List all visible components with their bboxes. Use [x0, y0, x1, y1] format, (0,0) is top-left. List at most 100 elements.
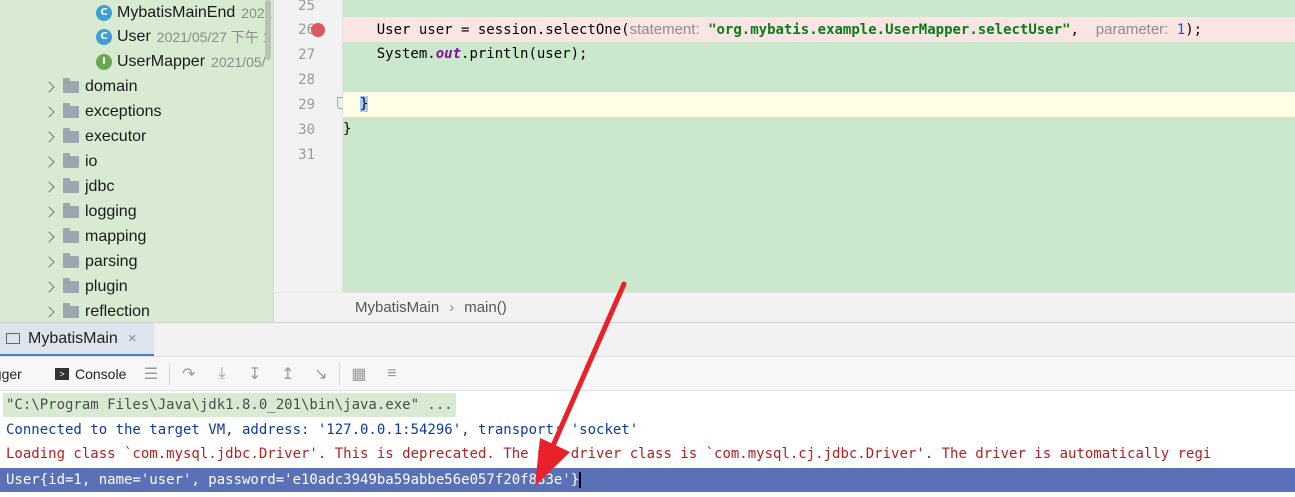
- console-icon: >: [55, 367, 69, 380]
- tree-folder-domain[interactable]: domain: [0, 74, 273, 99]
- code-text: .println(user);: [461, 46, 588, 62]
- package-folder-icon: [63, 227, 79, 243]
- breakpoint-icon[interactable]: [311, 23, 325, 37]
- tree-folder-mapping[interactable]: mapping: [0, 224, 273, 249]
- tree-folder-plugin[interactable]: plugin: [0, 274, 273, 299]
- tab-label: Console: [75, 365, 127, 382]
- tree-folder-parsing[interactable]: parsing: [0, 249, 273, 274]
- package-folder-icon: [63, 77, 79, 93]
- package-folder-icon: [63, 177, 79, 193]
- console-output[interactable]: "C:\Program Files\Java\jdk1.8.0_201\bin\…: [0, 391, 1295, 497]
- run-to-cursor-icon[interactable]: ↘: [304, 356, 337, 391]
- matched-brace: }: [359, 96, 369, 112]
- console-text: Connected to the target VM, address: '12…: [6, 422, 639, 438]
- toolbar-divider: [169, 362, 171, 385]
- chevron-right-icon[interactable]: [43, 155, 55, 168]
- package-folder-icon: [63, 202, 79, 218]
- step-out-icon[interactable]: ↥: [271, 356, 304, 391]
- text-cursor: [579, 472, 582, 488]
- run-config-icon: [6, 333, 20, 344]
- tree-item-user[interactable]: C User 2021/05/27 下午 1: [0, 24, 273, 49]
- project-tree: C MybatisMainEnd 2021 C User 2021/05/27 …: [0, 0, 274, 322]
- chevron-right-icon[interactable]: [43, 230, 55, 243]
- param-hint-statement: statement:: [629, 21, 700, 38]
- tree-folder-io[interactable]: io: [0, 149, 273, 174]
- close-icon[interactable]: ×: [128, 330, 137, 347]
- tree-item-label: executor: [85, 127, 147, 145]
- code-text: System.: [343, 46, 436, 62]
- console-line-command[interactable]: "C:\Program Files\Java\jdk1.8.0_201\bin\…: [0, 393, 1295, 417]
- trace-icon[interactable]: ≡: [375, 356, 408, 391]
- tree-folder-executor[interactable]: executor: [0, 124, 273, 149]
- editor-gutter[interactable]: 25 26 27 28 29 30 31: [275, 0, 343, 292]
- console-line-warning[interactable]: Loading class `com.mysql.jdbc.Driver'. T…: [0, 442, 1295, 466]
- menu-icon[interactable]: ☰: [134, 356, 167, 391]
- tab-debugger[interactable]: ugger: [0, 366, 41, 382]
- code-line-27[interactable]: System.out.println(user);: [343, 42, 1295, 67]
- chevron-right-icon[interactable]: [43, 180, 55, 193]
- code-text: );: [1185, 22, 1203, 38]
- chevron-right-icon[interactable]: [43, 80, 55, 93]
- line-number: 28: [298, 72, 315, 88]
- tree-item-date: 2021/05/: [211, 53, 266, 70]
- console-line-result-selected[interactable]: User{id=1, name='user', password='e10adc…: [0, 468, 1295, 492]
- chevron-right-icon[interactable]: [43, 130, 55, 143]
- tree-item-mybatismainend[interactable]: C MybatisMainEnd 2021: [0, 0, 273, 25]
- package-folder-icon: [63, 127, 79, 143]
- console-text: Loading class `com.mysql.jdbc.Driver'. T…: [6, 446, 1212, 462]
- step-over-icon[interactable]: ⤓: [205, 356, 238, 391]
- code-line-26[interactable]: User user = session.selectOne(statement:…: [343, 17, 1295, 42]
- code-line-30[interactable]: }: [343, 117, 1295, 142]
- console-text: "C:\Program Files\Java\jdk1.8.0_201\bin\…: [3, 393, 456, 417]
- code-text: ,: [1070, 22, 1079, 38]
- chevron-right-icon[interactable]: [43, 280, 55, 293]
- show-execution-point-icon[interactable]: ↷: [172, 356, 205, 391]
- tree-item-label: UserMapper: [117, 52, 206, 70]
- tree-item-label: parsing: [85, 252, 138, 270]
- line-number: 30: [298, 122, 315, 138]
- tree-folder-jdbc[interactable]: jdbc: [0, 174, 273, 199]
- package-folder-icon: [63, 302, 79, 318]
- chevron-right-icon[interactable]: [43, 205, 55, 218]
- chevron-right-icon[interactable]: [43, 255, 55, 268]
- param-hint-parameter: parameter:: [1095, 21, 1169, 38]
- tree-item-usermapper[interactable]: I UserMapper 2021/05/: [0, 49, 273, 74]
- line-number: 27: [298, 47, 315, 63]
- tree-item-label: logging: [85, 202, 137, 220]
- code-editor[interactable]: User user = session.selectOne(statement:…: [343, 0, 1295, 292]
- console-line-connected[interactable]: Connected to the target VM, address: '12…: [0, 418, 1295, 442]
- breadcrumb-separator: ›: [449, 299, 455, 316]
- string-literal: "org.mybatis.example.UserMapper.selectUs…: [708, 22, 1071, 38]
- line-number: 25: [298, 0, 315, 14]
- tab-mybatismain[interactable]: MybatisMain ×: [0, 323, 154, 357]
- chevron-right-icon[interactable]: [43, 305, 55, 318]
- tree-item-label: plugin: [85, 277, 128, 295]
- breadcrumb-method[interactable]: main(): [464, 299, 507, 316]
- line-number: 29: [298, 97, 315, 113]
- tab-console[interactable]: > Console: [47, 356, 134, 391]
- tree-item-label: reflection: [85, 302, 150, 320]
- tree-folder-reflection[interactable]: reflection: [0, 299, 273, 322]
- tree-item-label: io: [85, 152, 98, 170]
- number-literal: 1: [1176, 22, 1186, 38]
- tree-folder-exceptions[interactable]: exceptions: [0, 99, 273, 124]
- breadcrumb-class[interactable]: MybatisMain: [355, 299, 439, 316]
- tree-item-date: 2021/05/27 下午 1: [156, 28, 271, 45]
- tree-scrollbar[interactable]: [265, 0, 271, 60]
- package-folder-icon: [63, 102, 79, 118]
- code-line-29[interactable]: }: [343, 92, 1295, 117]
- evaluate-expression-icon[interactable]: ▦: [342, 356, 375, 391]
- tree-item-label: exceptions: [85, 102, 162, 120]
- tree-item-label: MybatisMainEnd: [117, 3, 236, 21]
- tree-item-label: mapping: [85, 227, 147, 245]
- chevron-right-icon[interactable]: [43, 105, 55, 118]
- console-text: User{id=1, name='user', password='e10adc…: [6, 472, 580, 488]
- package-folder-icon: [63, 277, 79, 293]
- class-run-icon: C: [96, 4, 112, 21]
- tree-folder-logging[interactable]: logging: [0, 199, 273, 224]
- breadcrumb: MybatisMain › main(): [275, 292, 1295, 322]
- tab-label: MybatisMain: [28, 329, 118, 347]
- interface-icon: I: [96, 53, 112, 70]
- step-into-icon[interactable]: ↧: [238, 356, 271, 391]
